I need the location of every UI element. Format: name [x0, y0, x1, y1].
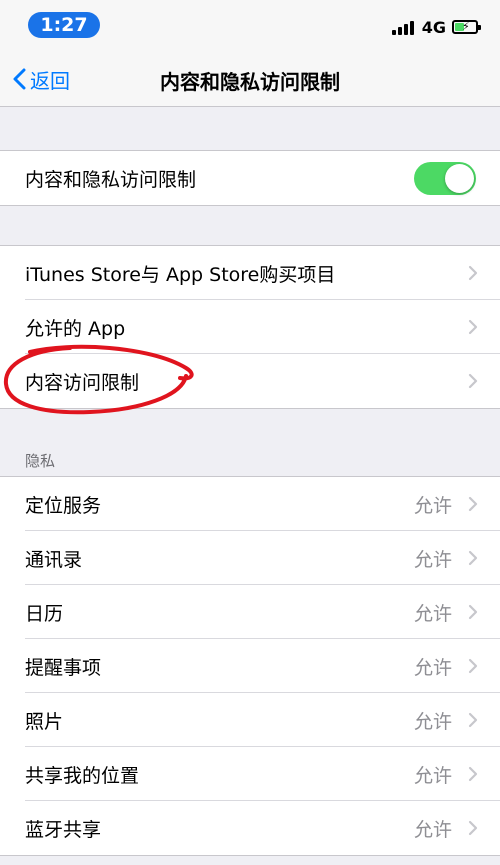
row-value: 允许: [413, 602, 452, 625]
chevron-right-icon: [468, 658, 478, 674]
chevron-right-icon: [468, 265, 478, 281]
list-item-itunes-app-store-purchases[interactable]: iTunes Store与 App Store购买项目: [0, 246, 500, 300]
row-label: 允许的 App: [25, 317, 126, 340]
status-indicators: 4G ⚡: [391, 16, 481, 38]
status-time: 1:27: [28, 12, 100, 38]
row-label: 共享我的位置: [25, 764, 140, 787]
privacy-group: 定位服务 允许 通讯录 允许 日历 允许 提醒事项 允许 照片 允许 共享我的位…: [0, 476, 500, 856]
chevron-right-icon: [468, 766, 478, 782]
list-item-allowed-apps[interactable]: 允许的 App: [0, 300, 500, 354]
row-value: 允许: [413, 764, 452, 787]
chevron-right-icon: [468, 373, 478, 389]
list-item-reminders[interactable]: 提醒事项 允许: [0, 639, 500, 693]
row-value: 允许: [413, 548, 452, 571]
chevron-right-icon: [468, 604, 478, 620]
list-item-bluetooth-sharing[interactable]: 蓝牙共享 允许: [0, 801, 500, 855]
row-label: 通讯录: [25, 548, 83, 571]
list-item-share-my-location[interactable]: 共享我的位置 允许: [0, 747, 500, 801]
content-privacy-restrictions-row: 内容和隐私访问限制: [0, 151, 500, 205]
chevron-right-icon: [468, 820, 478, 836]
list-item-content-restrictions[interactable]: 内容访问限制: [0, 354, 500, 408]
row-label: 定位服务: [25, 494, 102, 517]
page-title: 内容和隐私访问限制: [160, 70, 340, 94]
privacy-section-header: 隐私: [25, 452, 56, 470]
content-privacy-toggle[interactable]: [414, 162, 476, 195]
battery-icon: ⚡: [452, 20, 481, 34]
restrictions-group: iTunes Store与 App Store购买项目 允许的 App 内容访问…: [0, 245, 500, 409]
row-label: 内容和隐私访问限制: [25, 168, 197, 191]
row-label: 提醒事项: [25, 656, 102, 679]
row-label: 内容访问限制: [25, 371, 140, 394]
row-label: 照片: [25, 710, 64, 733]
chevron-right-icon: [468, 550, 478, 566]
toggle-knob: [445, 164, 474, 193]
network-type: 4G: [421, 17, 446, 37]
navigation-bar: 返回 内容和隐私访问限制: [0, 50, 500, 107]
list-item-calendars[interactable]: 日历 允许: [0, 585, 500, 639]
chevron-right-icon: [468, 712, 478, 728]
row-value: 允许: [413, 818, 452, 841]
row-label: iTunes Store与 App Store购买项目: [25, 263, 336, 286]
list-item-location-services[interactable]: 定位服务 允许: [0, 477, 500, 531]
row-label: 蓝牙共享: [25, 818, 102, 841]
status-bar: 1:27 4G ⚡: [0, 0, 500, 50]
chevron-right-icon: [468, 496, 478, 512]
content-privacy-toggle-group: 内容和隐私访问限制: [0, 150, 500, 206]
row-label: 日历: [25, 602, 64, 625]
row-value: 允许: [413, 656, 452, 679]
row-value: 允许: [413, 710, 452, 733]
cellular-signal-icon: [391, 20, 416, 35]
chevron-right-icon: [468, 319, 478, 335]
list-item-contacts[interactable]: 通讯录 允许: [0, 531, 500, 585]
list-item-photos[interactable]: 照片 允许: [0, 693, 500, 747]
row-value: 允许: [413, 494, 452, 517]
